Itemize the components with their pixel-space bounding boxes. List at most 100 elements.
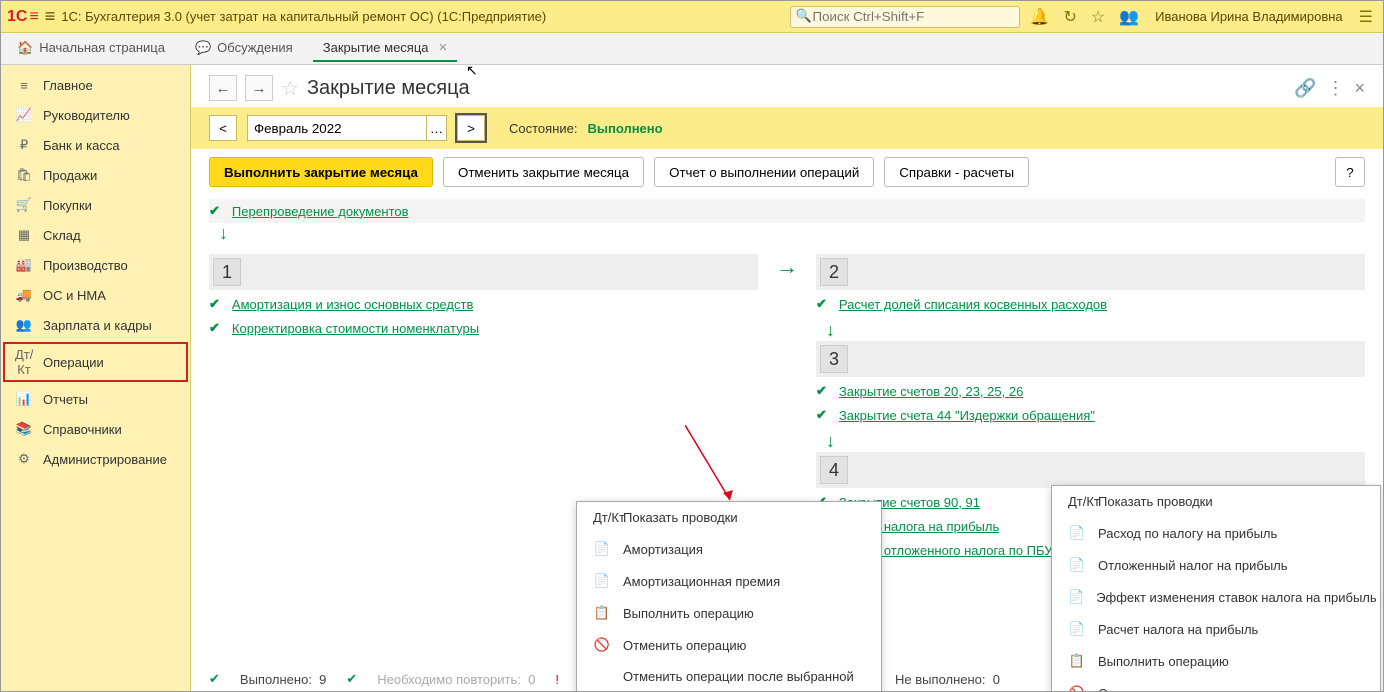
tab-discussions[interactable]: 💬Обсуждения [185, 36, 303, 62]
check-icon: ✔ [209, 320, 220, 336]
menu-item[interactable]: 📄 Расход по налогу на прибыль [1052, 517, 1380, 549]
menu-item[interactable]: 📋Выполнить операцию [1052, 645, 1380, 677]
menu-item[interactable]: 📄Расчет налога на прибыль [1052, 613, 1380, 645]
error-icon: ! [555, 672, 559, 687]
close-page-icon[interactable]: × [1354, 78, 1365, 99]
more-icon[interactable]: ⋮ [1326, 78, 1344, 99]
op-link[interactable]: Расчет долей списания косвенных расходов [839, 297, 1107, 312]
sidebar-item-Зарплата и кадры[interactable]: 👥Зарплата и кадры [1, 310, 190, 340]
menu-item[interactable]: 📄Амортизация [577, 533, 881, 565]
menu-item[interactable]: Дт/Кт Показать проводки [1052, 486, 1380, 517]
sidebar-item-Продажи[interactable]: 🛍Продажи [1, 160, 190, 190]
menu-item-label: Расчет налога на прибыль [1098, 622, 1258, 637]
sidebar-label: Покупки [43, 198, 92, 213]
star-icon[interactable]: ☆ [1087, 7, 1109, 27]
sidebar-icon: ▦ [15, 227, 33, 243]
op-link[interactable]: Закрытие счета 44 "Издержки обращения" [839, 408, 1095, 423]
bell-icon[interactable]: 🔔 [1026, 7, 1054, 27]
run-button[interactable]: Выполнить закрытие месяца [209, 157, 433, 187]
status-repeat-label: Необходимо повторить: [377, 672, 521, 687]
sidebar-item-ОС и НМА[interactable]: 🚚ОС и НМА [1, 280, 190, 310]
cancel-button[interactable]: Отменить закрытие месяца [443, 157, 644, 187]
sidebar-item-Склад[interactable]: ▦Склад [1, 220, 190, 250]
sidebar-item-Производство[interactable]: 🏭Производство [1, 250, 190, 280]
refs-button[interactable]: Справки - расчеты [884, 157, 1029, 187]
stage-1: 1 ✔Амортизация и износ основных средств … [209, 254, 758, 336]
stage-3-num: 3 [820, 345, 848, 373]
sidebar-label: Главное [43, 78, 93, 93]
sidebar-item-Операции[interactable]: Дт/КтОперации [1, 340, 190, 384]
check-icon: ✔ [816, 383, 827, 399]
users-icon[interactable]: 👥 [1115, 7, 1143, 27]
period-next-button[interactable]: > [457, 115, 485, 141]
page-title: Закрытие месяца [307, 77, 470, 100]
tab-home-label: Начальная страница [39, 40, 165, 55]
menu-item[interactable]: 📄Отложенный налог на прибыль [1052, 549, 1380, 581]
app-title: 1С: Бухгалтерия 3.0 (учет затрат на капи… [61, 9, 546, 24]
sidebar-item-Справочники[interactable]: 📚Справочники [1, 414, 190, 444]
menu-item-label: Отложенный налог на прибыль [1098, 558, 1288, 573]
check-icon: ✔ [209, 203, 220, 219]
search-box[interactable]: 🔍 [790, 6, 1020, 28]
link-icon[interactable]: 🔗 [1294, 78, 1316, 99]
period-prev-button[interactable]: < [209, 115, 237, 141]
top-bar: 1C≡ ≡ 1С: Бухгалтерия 3.0 (учет затрат н… [1, 1, 1383, 33]
history-icon[interactable]: ↻ [1059, 7, 1080, 27]
sidebar-item-Отчеты[interactable]: 📊Отчеты [1, 384, 190, 414]
status-done-value: 9 [319, 672, 326, 687]
sidebar-icon: 🛒 [15, 197, 33, 213]
sidebar-label: ОС и НМА [43, 288, 106, 303]
sidebar-icon: Дт/Кт [15, 347, 33, 377]
menu-item-icon: 🚫 [1068, 685, 1086, 691]
back-button[interactable]: ← [209, 75, 237, 101]
forward-button[interactable]: → [245, 75, 273, 101]
period-input[interactable] [247, 115, 427, 141]
search-input[interactable] [790, 6, 1020, 28]
menu-item-icon: 📄 [1068, 525, 1086, 541]
user-name[interactable]: Иванова Ирина Владимировна [1149, 9, 1349, 24]
sidebar-icon: 📈 [15, 107, 33, 123]
tab-close-month[interactable]: Закрытие месяца × [313, 35, 458, 62]
op-link[interactable]: Корректировка стоимости номенклатуры [232, 321, 479, 336]
menu-item[interactable]: 🚫Отменить операцию [577, 629, 881, 661]
tab-cm-label: Закрытие месяца [323, 40, 429, 55]
menu-item-icon: 📄 [593, 541, 611, 557]
menu-item-icon: Дт/Кт [1068, 494, 1086, 509]
menu-item-label: Отменить операции после выбранной [623, 669, 854, 684]
sidebar-label: Банк и касса [43, 138, 120, 153]
reposting-link[interactable]: Перепроведение документов [232, 204, 409, 219]
menu-item-icon: 📄 [593, 573, 611, 589]
chat-icon: 💬 [195, 40, 211, 56]
menu-item[interactable]: 📄Амортизационная премия [577, 565, 881, 597]
sidebar-item-Покупки[interactable]: 🛒 Покупки [1, 190, 190, 220]
op-link[interactable]: Закрытие счетов 20, 23, 25, 26 [839, 384, 1023, 399]
report-button[interactable]: Отчет о выполнении операций [654, 157, 874, 187]
status-value: Выполнено [587, 121, 662, 136]
main-menu-icon[interactable]: ≡ [45, 6, 56, 27]
settings-icon[interactable]: ☰ [1355, 7, 1377, 27]
sidebar-item-Банк и касса[interactable]: ₽Банк и касса [1, 130, 190, 160]
menu-item-label: Показать проводки [1098, 494, 1213, 509]
favorite-star-icon[interactable]: ☆ [281, 76, 299, 101]
sidebar-item-Главное[interactable]: ≡ Главное [1, 71, 190, 100]
tab-home[interactable]: 🏠Начальная страница [7, 36, 175, 62]
sidebar-icon: ≡ [15, 78, 33, 93]
sidebar-label: Производство [43, 258, 128, 273]
sidebar-item-Администрирование[interactable]: ⚙Администрирование [1, 444, 190, 474]
menu-item[interactable]: 🚫Отменить операцию [1052, 677, 1380, 691]
op-link[interactable]: Амортизация и износ основных средств [232, 297, 473, 312]
help-button[interactable]: ? [1335, 157, 1365, 187]
menu-item[interactable]: 📄Эффект изменения ставок налога на прибы… [1052, 581, 1380, 613]
menu-item[interactable]: Дт/КтПоказать проводки [577, 502, 881, 533]
menu-item[interactable]: Отменить операции после выбранной [577, 661, 881, 691]
menu-item[interactable]: 📋Выполнить операцию [577, 597, 881, 629]
status-notdone-value: 0 [993, 672, 1000, 687]
menu-item-icon: 🚫 [593, 637, 611, 653]
period-picker-button[interactable]: … [427, 115, 447, 141]
check-icon: ✔ [816, 296, 827, 312]
context-menu-2: Дт/Кт Показать проводки 📄 Расход по налогу … [1051, 485, 1381, 691]
sidebar-item-Руководителю[interactable]: 📈Руководителю [1, 100, 190, 130]
menu-item-label: Расход по налогу на прибыль [1098, 526, 1277, 541]
close-tab-icon[interactable]: × [439, 39, 448, 56]
status-label: Состояние: [509, 121, 577, 136]
